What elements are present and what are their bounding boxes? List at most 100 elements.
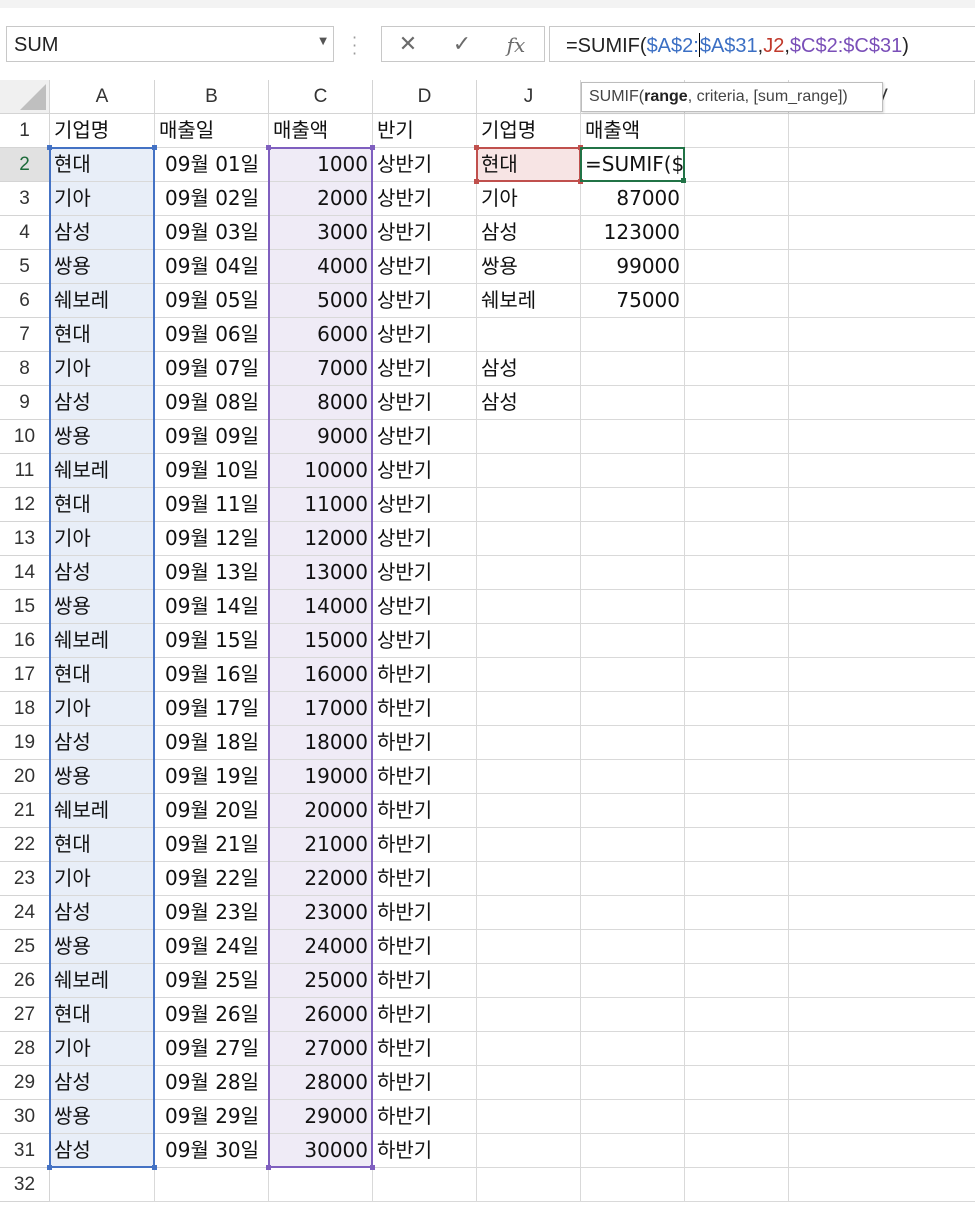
chevron-down-icon[interactable]: ▼ xyxy=(319,36,327,47)
date-cell[interactable]: 09월 14일 xyxy=(155,590,269,624)
amount-cell[interactable]: 7000 xyxy=(269,352,373,386)
amount-cell[interactable]: 14000 xyxy=(269,590,373,624)
row-header[interactable]: 8 xyxy=(0,352,50,386)
row-header[interactable]: 28 xyxy=(0,1032,50,1066)
date-cell[interactable]: 09월 17일 xyxy=(155,692,269,726)
summary-company-cell[interactable]: 쌍용 xyxy=(477,250,581,284)
half-cell[interactable]: 하반기 xyxy=(373,726,477,760)
empty-cell[interactable] xyxy=(685,522,789,556)
cell[interactable] xyxy=(477,590,581,624)
empty-cell[interactable] xyxy=(685,964,789,998)
half-cell[interactable]: 상반기 xyxy=(373,250,477,284)
cell[interactable] xyxy=(581,1066,685,1100)
amount-cell[interactable]: 9000 xyxy=(269,420,373,454)
empty-cell[interactable] xyxy=(789,998,975,1032)
company-cell[interactable]: 삼성 xyxy=(50,1066,155,1100)
row-header[interactable]: 7 xyxy=(0,318,50,352)
cell[interactable] xyxy=(581,420,685,454)
half-cell[interactable]: 하반기 xyxy=(373,964,477,998)
company-cell[interactable]: 쌍용 xyxy=(50,760,155,794)
cell[interactable] xyxy=(50,1168,155,1202)
date-cell[interactable]: 09월 20일 xyxy=(155,794,269,828)
empty-cell[interactable] xyxy=(685,862,789,896)
empty-cell[interactable] xyxy=(685,318,789,352)
empty-cell[interactable] xyxy=(685,250,789,284)
empty-cell[interactable] xyxy=(685,658,789,692)
amount-cell[interactable]: 11000 xyxy=(269,488,373,522)
date-cell[interactable]: 09월 05일 xyxy=(155,284,269,318)
summary-amount-cell[interactable]: =SUMIF($A$2:$A$31,J2,$C$2:$C$31) xyxy=(581,148,685,182)
amount-cell[interactable]: 8000 xyxy=(269,386,373,420)
company-cell[interactable]: 기아 xyxy=(50,1032,155,1066)
company-cell[interactable]: 쉐보레 xyxy=(50,794,155,828)
company-cell[interactable]: 삼성 xyxy=(50,556,155,590)
header-cell[interactable]: 기업명 xyxy=(50,114,155,148)
empty-cell[interactable] xyxy=(685,624,789,658)
date-cell[interactable]: 09월 02일 xyxy=(155,182,269,216)
amount-cell[interactable]: 15000 xyxy=(269,624,373,658)
cell[interactable] xyxy=(581,692,685,726)
row-header[interactable]: 15 xyxy=(0,590,50,624)
drag-handle-icon[interactable]: · · · xyxy=(352,30,360,62)
date-cell[interactable]: 09월 26일 xyxy=(155,998,269,1032)
header-cell[interactable]: 매출액 xyxy=(269,114,373,148)
half-cell[interactable]: 상반기 xyxy=(373,420,477,454)
row-header[interactable]: 20 xyxy=(0,760,50,794)
date-cell[interactable]: 09월 22일 xyxy=(155,862,269,896)
criteria-cell-highlight-handle[interactable] xyxy=(474,179,479,184)
half-cell[interactable]: 상반기 xyxy=(373,284,477,318)
empty-cell[interactable] xyxy=(685,828,789,862)
cell[interactable] xyxy=(477,420,581,454)
empty-cell[interactable] xyxy=(685,182,789,216)
summary-company-cell[interactable] xyxy=(477,318,581,352)
date-cell[interactable]: 09월 04일 xyxy=(155,250,269,284)
date-cell[interactable]: 09월 28일 xyxy=(155,1066,269,1100)
amount-cell[interactable]: 21000 xyxy=(269,828,373,862)
criteria-range-highlight-handle[interactable] xyxy=(152,145,157,150)
row-header[interactable]: 16 xyxy=(0,624,50,658)
date-cell[interactable]: 09월 16일 xyxy=(155,658,269,692)
date-cell[interactable]: 09월 27일 xyxy=(155,1032,269,1066)
date-cell[interactable]: 09월 08일 xyxy=(155,386,269,420)
half-cell[interactable]: 하반기 xyxy=(373,1134,477,1168)
summary-amount-cell[interactable]: 99000 xyxy=(581,250,685,284)
empty-cell[interactable] xyxy=(789,828,975,862)
amount-cell[interactable]: 24000 xyxy=(269,930,373,964)
column-header-a[interactable]: A xyxy=(50,80,155,114)
insert-function-icon[interactable]: fx xyxy=(496,30,536,60)
header-cell[interactable]: 반기 xyxy=(373,114,477,148)
empty-cell[interactable] xyxy=(685,556,789,590)
column-header-j[interactable]: J xyxy=(477,80,581,114)
empty-cell[interactable] xyxy=(685,998,789,1032)
half-cell[interactable]: 상반기 xyxy=(373,624,477,658)
cell[interactable] xyxy=(477,1032,581,1066)
amount-cell[interactable]: 29000 xyxy=(269,1100,373,1134)
criteria-range-highlight-handle[interactable] xyxy=(47,145,52,150)
date-cell[interactable]: 09월 15일 xyxy=(155,624,269,658)
cell[interactable] xyxy=(477,964,581,998)
column-header-c[interactable]: C xyxy=(269,80,373,114)
cell[interactable] xyxy=(477,760,581,794)
company-cell[interactable]: 기아 xyxy=(50,352,155,386)
empty-cell[interactable] xyxy=(685,896,789,930)
empty-cell[interactable] xyxy=(789,726,975,760)
empty-cell[interactable] xyxy=(789,182,975,216)
amount-cell[interactable]: 23000 xyxy=(269,896,373,930)
date-cell[interactable]: 09월 23일 xyxy=(155,896,269,930)
amount-cell[interactable]: 1000 xyxy=(269,148,373,182)
row-header[interactable]: 17 xyxy=(0,658,50,692)
date-cell[interactable]: 09월 01일 xyxy=(155,148,269,182)
row-header[interactable]: 6 xyxy=(0,284,50,318)
amount-cell[interactable]: 18000 xyxy=(269,726,373,760)
row-header[interactable]: 12 xyxy=(0,488,50,522)
empty-cell[interactable] xyxy=(789,250,975,284)
empty-cell[interactable] xyxy=(685,488,789,522)
amount-cell[interactable]: 12000 xyxy=(269,522,373,556)
date-cell[interactable]: 09월 29일 xyxy=(155,1100,269,1134)
date-cell[interactable]: 09월 09일 xyxy=(155,420,269,454)
company-cell[interactable]: 쌍용 xyxy=(50,590,155,624)
header-cell[interactable]: 기업명 xyxy=(477,114,581,148)
empty-cell[interactable] xyxy=(685,114,789,148)
company-cell[interactable]: 쉐보레 xyxy=(50,284,155,318)
row-header[interactable]: 21 xyxy=(0,794,50,828)
